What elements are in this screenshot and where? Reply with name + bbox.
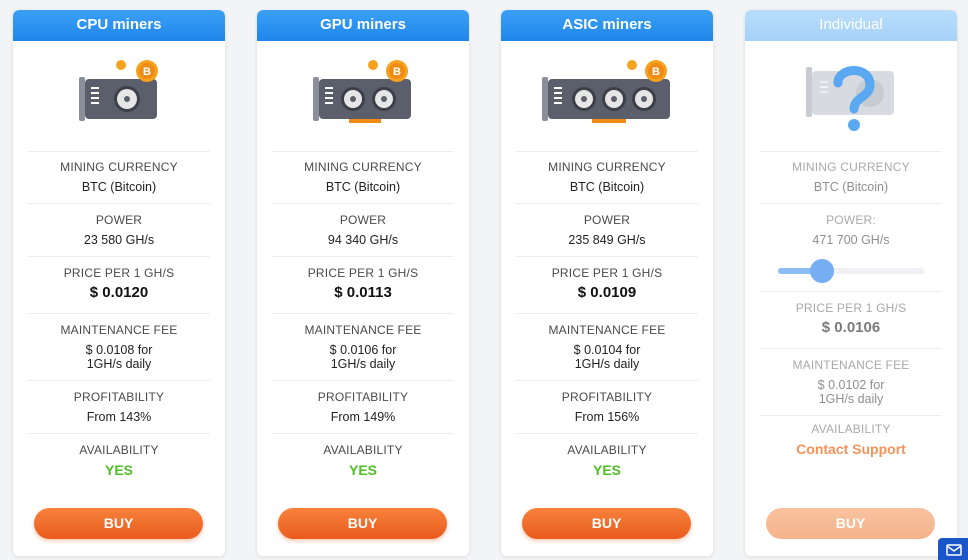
- buy-button[interactable]: BUY: [766, 508, 935, 539]
- fee-row: MAINTENANCE FEE $ 0.0106 for 1GH/s daily: [272, 313, 454, 380]
- svg-text:B: B: [393, 66, 401, 78]
- currency-row: MINING CURRENCY BTC (Bitcoin): [760, 151, 942, 203]
- plan-card-gpu: GPU miners B MINING CURRENCY BTC (Bitcoi…: [257, 10, 469, 556]
- contact-support-link[interactable]: Contact Support: [760, 442, 942, 456]
- power-label: POWER: [95, 213, 143, 227]
- power-row: POWER: 471 700 GH/s: [760, 203, 942, 251]
- card-title: CPU miners: [13, 10, 225, 41]
- fee-value-line2: 1GH/s daily: [574, 357, 640, 371]
- price-label: PRICE PER 1 GH/S: [63, 266, 175, 280]
- profit-label: PROFITABILITY: [561, 390, 653, 404]
- profit-label: PROFITABILITY: [317, 390, 409, 404]
- price-value: $ 0.0106: [821, 319, 881, 336]
- currency-value: BTC (Bitcoin): [569, 180, 645, 194]
- fee-label: MAINTENANCE FEE: [792, 358, 910, 372]
- power-slider[interactable]: [760, 251, 942, 291]
- power-row: POWER 94 340 GH/s: [272, 203, 454, 256]
- card-title: ASIC miners: [501, 10, 713, 41]
- fee-value-line1: $ 0.0104 for: [573, 343, 641, 357]
- profit-row: PROFITABILITY From 143%: [28, 380, 210, 433]
- profit-row: PROFITABILITY From 149%: [272, 380, 454, 433]
- currency-label: MINING CURRENCY: [792, 160, 910, 174]
- price-row: PRICE PER 1 GH/S $ 0.0106: [760, 291, 942, 348]
- availability-label: AVAILABILITY: [79, 443, 159, 457]
- power-value: 23 580 GH/s: [83, 233, 155, 247]
- fee-value-line2: 1GH/s daily: [818, 392, 884, 406]
- power-value: 235 849 GH/s: [568, 233, 646, 247]
- availability-row: AVAILABILITY YES: [272, 433, 454, 489]
- profit-value: From 156%: [574, 410, 640, 424]
- mail-icon[interactable]: [938, 538, 968, 560]
- fee-value-line2: 1GH/s daily: [330, 357, 396, 371]
- currency-value: BTC (Bitcoin): [81, 180, 157, 194]
- fee-label: MAINTENANCE FEE: [60, 323, 178, 337]
- power-label: POWER:: [826, 213, 876, 227]
- plan-card-asic: ASIC miners B MINING CURRENCY BTC (Bitco…: [501, 10, 713, 556]
- buy-button[interactable]: BUY: [522, 508, 691, 539]
- svg-text:B: B: [652, 66, 660, 78]
- availability-row: AVAILABILITY Contact Support: [760, 415, 942, 471]
- power-row: POWER 235 849 GH/s: [516, 203, 698, 256]
- fee-value-line1: $ 0.0102 for: [817, 378, 885, 392]
- price-value: $ 0.0120: [89, 284, 149, 301]
- currency-row: MINING CURRENCY BTC (Bitcoin): [28, 151, 210, 203]
- availability-value: YES: [348, 462, 377, 478]
- question-mark-gpu-icon: [745, 41, 957, 151]
- currency-value: BTC (Bitcoin): [325, 180, 401, 194]
- power-label: POWER: [583, 213, 631, 227]
- fee-value-line1: $ 0.0106 for: [329, 343, 397, 357]
- card-title: GPU miners: [257, 10, 469, 41]
- availability-label: AVAILABILITY: [811, 422, 891, 436]
- power-value: 94 340 GH/s: [327, 233, 399, 247]
- fee-row: MAINTENANCE FEE $ 0.0102 for 1GH/s daily: [760, 348, 942, 415]
- currency-row: MINING CURRENCY BTC (Bitcoin): [516, 151, 698, 203]
- profit-row: PROFITABILITY From 156%: [516, 380, 698, 433]
- buy-button[interactable]: BUY: [278, 508, 447, 539]
- gpu-card-bitcoin-icon: B: [501, 41, 713, 151]
- price-value: $ 0.0113: [334, 284, 392, 301]
- fee-row: MAINTENANCE FEE $ 0.0104 for 1GH/s daily: [516, 313, 698, 380]
- card-title: Individual: [745, 10, 957, 41]
- price-value: $ 0.0109: [577, 284, 637, 301]
- profit-label: PROFITABILITY: [73, 390, 165, 404]
- availability-label: AVAILABILITY: [567, 443, 647, 457]
- fee-value-line2: 1GH/s daily: [86, 357, 152, 371]
- currency-label: MINING CURRENCY: [60, 160, 178, 174]
- price-label: PRICE PER 1 GH/S: [795, 301, 907, 315]
- fee-label: MAINTENANCE FEE: [304, 323, 422, 337]
- price-label: PRICE PER 1 GH/S: [551, 266, 663, 280]
- price-row: PRICE PER 1 GH/S $ 0.0113: [272, 256, 454, 313]
- power-row: POWER 23 580 GH/s: [28, 203, 210, 256]
- gpu-card-bitcoin-icon: B: [257, 41, 469, 151]
- buy-button[interactable]: BUY: [34, 508, 203, 539]
- power-value: 471 700 GH/s: [812, 233, 890, 247]
- currency-label: MINING CURRENCY: [548, 160, 666, 174]
- availability-value: YES: [592, 462, 621, 478]
- currency-label: MINING CURRENCY: [304, 160, 422, 174]
- currency-row: MINING CURRENCY BTC (Bitcoin): [272, 151, 454, 203]
- availability-row: AVAILABILITY YES: [28, 433, 210, 489]
- availability-value: YES: [104, 462, 133, 478]
- plan-card-individual: Individual MINING CURRENCY BTC (Bitcoin)…: [745, 10, 957, 556]
- fee-label: MAINTENANCE FEE: [548, 323, 666, 337]
- price-label: PRICE PER 1 GH/S: [307, 266, 419, 280]
- gpu-card-bitcoin-icon: B: [13, 41, 225, 151]
- fee-row: MAINTENANCE FEE $ 0.0108 for 1GH/s daily: [28, 313, 210, 380]
- price-row: PRICE PER 1 GH/S $ 0.0109: [516, 256, 698, 313]
- slider-thumb[interactable]: [809, 259, 834, 283]
- profit-value: From 143%: [86, 410, 152, 424]
- profit-value: From 149%: [330, 410, 396, 424]
- power-label: POWER: [339, 213, 387, 227]
- fee-value-line1: $ 0.0108 for: [85, 343, 153, 357]
- svg-text:B: B: [143, 66, 151, 78]
- price-row: PRICE PER 1 GH/S $ 0.0120: [28, 256, 210, 313]
- plan-card-cpu: CPU miners B MINING CURRENCY BTC (Bitcoi…: [13, 10, 225, 556]
- currency-value: BTC (Bitcoin): [813, 180, 889, 194]
- availability-label: AVAILABILITY: [323, 443, 403, 457]
- availability-row: AVAILABILITY YES: [516, 433, 698, 489]
